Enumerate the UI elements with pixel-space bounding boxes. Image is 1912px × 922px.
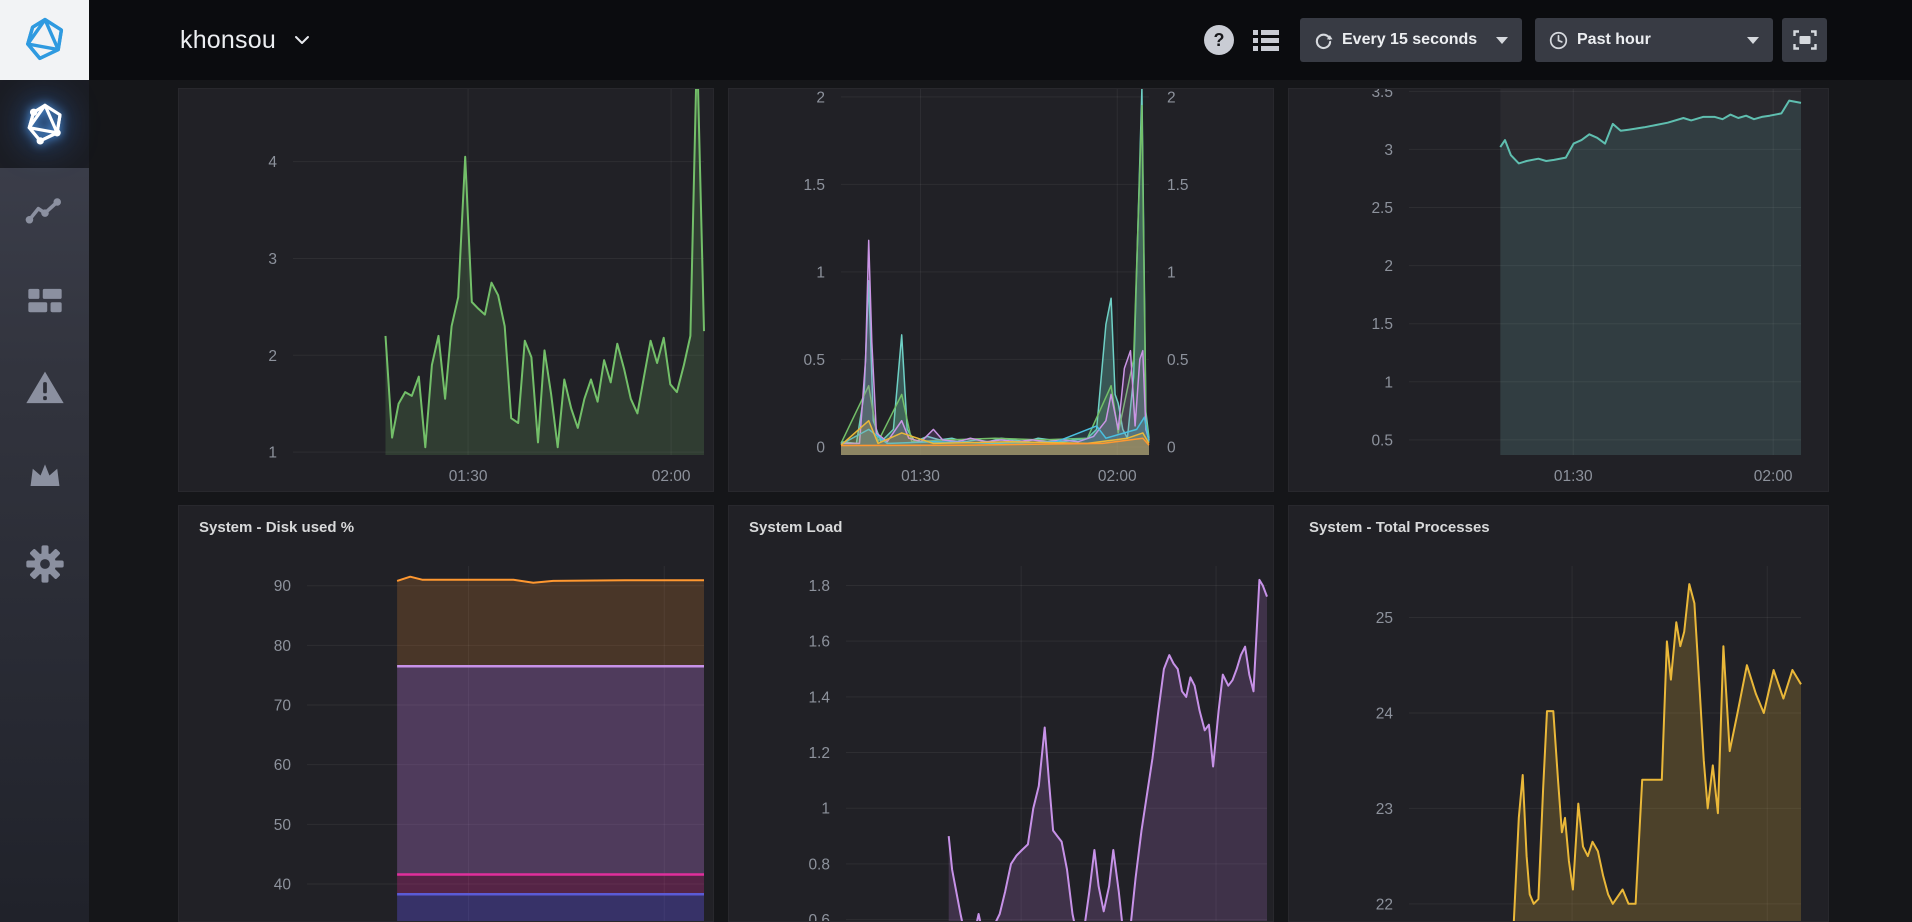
svg-text:2: 2 [1167, 89, 1176, 106]
logo-network-icon [21, 16, 69, 64]
help-button[interactable]: ? [1204, 25, 1234, 55]
clock-icon [1549, 31, 1568, 50]
svg-text:4: 4 [268, 154, 277, 171]
sidebar-item-dashboards[interactable] [0, 256, 89, 344]
svg-text:3: 3 [268, 251, 277, 268]
svg-text:2: 2 [816, 89, 825, 106]
time-series-chart[interactable]: 4 3 2 1 01:30 02:00 [179, 89, 713, 491]
svg-text:80: 80 [274, 638, 292, 655]
svg-text:40: 40 [274, 877, 292, 894]
activity-icon [25, 192, 65, 232]
panel-rows-icon[interactable] [1252, 28, 1280, 52]
svg-text:0: 0 [816, 439, 825, 456]
logo-network-icon [23, 102, 67, 146]
crown-icon [25, 456, 65, 496]
svg-text:3: 3 [1384, 142, 1393, 159]
svg-text:2.5: 2.5 [1371, 200, 1393, 217]
sidebar-item-admin[interactable] [0, 432, 89, 520]
panel-disk-used: System - Disk used % 90 80 70 60 50 40 [178, 505, 714, 922]
panel-title[interactable]: System - Total Processes [1309, 519, 1490, 536]
svg-text:22: 22 [1376, 896, 1393, 913]
panel-title[interactable]: System Load [749, 519, 842, 536]
panel-title[interactable]: System - Disk used % [199, 519, 354, 536]
svg-text:50: 50 [274, 817, 292, 834]
topbar-actions: ? Every 15 seconds Past hour [1204, 0, 1827, 80]
svg-text:3.5: 3.5 [1371, 89, 1393, 101]
svg-text:02:00: 02:00 [1754, 468, 1793, 485]
svg-text:1.8: 1.8 [808, 578, 830, 595]
svg-text:0.8: 0.8 [808, 856, 830, 873]
caret-down-icon [1496, 37, 1508, 44]
chevron-down-icon [292, 30, 312, 50]
svg-text:0.6: 0.6 [808, 912, 830, 921]
time-series-chart[interactable]: 25 24 23 22 [1289, 506, 1828, 921]
top-navbar: khonsou ? Every 15 seconds [0, 0, 1912, 80]
svg-text:02:00: 02:00 [652, 468, 691, 485]
svg-text:0.5: 0.5 [803, 352, 825, 369]
svg-text:1.2: 1.2 [808, 745, 830, 762]
sidebar-item-alerting[interactable] [0, 344, 89, 432]
svg-text:1.5: 1.5 [1167, 177, 1189, 194]
grid-icon [25, 280, 65, 320]
svg-text:01:30: 01:30 [1554, 468, 1593, 485]
sidebar-nav [0, 80, 89, 922]
dashboard-title: khonsou [180, 26, 276, 55]
refresh-interval-button[interactable]: Every 15 seconds [1300, 18, 1522, 62]
svg-text:2: 2 [1384, 258, 1393, 275]
svg-text:02:00: 02:00 [1098, 468, 1137, 485]
svg-text:25: 25 [1376, 610, 1393, 627]
svg-text:1: 1 [821, 801, 830, 818]
sidebar-item-metrics[interactable] [0, 168, 89, 256]
zoom-out-button[interactable] [1782, 18, 1827, 62]
sidebar-item-home[interactable] [0, 80, 89, 168]
panel-chart-1: 4 3 2 1 01:30 02:00 [178, 88, 714, 492]
time-series-chart[interactable]: 2 1.5 1 0.5 0 2 1.5 1 0.5 0 01:30 02:00 [729, 89, 1273, 491]
svg-text:60: 60 [274, 757, 292, 774]
svg-text:1.4: 1.4 [808, 689, 830, 706]
svg-text:0.5: 0.5 [1167, 352, 1189, 369]
svg-text:1: 1 [1167, 264, 1176, 281]
svg-text:24: 24 [1376, 705, 1394, 722]
svg-text:01:30: 01:30 [901, 468, 940, 485]
svg-text:1: 1 [268, 445, 277, 462]
caret-down-icon [1747, 37, 1759, 44]
fullscreen-icon [1793, 30, 1817, 50]
app-logo[interactable] [0, 0, 89, 80]
svg-text:0.5: 0.5 [1371, 432, 1393, 449]
svg-text:1.5: 1.5 [803, 177, 825, 194]
time-series-chart[interactable]: 1.8 1.6 1.4 1.2 1 0.8 0.6 [729, 506, 1273, 921]
panel-chart-2: 2 1.5 1 0.5 0 2 1.5 1 0.5 0 01:30 02:00 [728, 88, 1274, 492]
svg-text:1.6: 1.6 [808, 634, 830, 651]
svg-text:90: 90 [274, 578, 292, 595]
svg-text:0: 0 [1167, 439, 1176, 456]
svg-text:23: 23 [1376, 801, 1393, 818]
alert-triangle-icon [24, 367, 66, 409]
svg-text:2: 2 [268, 348, 277, 365]
help-icon: ? [1214, 30, 1225, 51]
time-series-chart[interactable]: 3.5 3 2.5 2 1.5 1 0.5 01:30 02:00 [1289, 89, 1828, 491]
svg-text:70: 70 [274, 698, 292, 715]
svg-text:1: 1 [816, 264, 825, 281]
refresh-icon [1314, 31, 1333, 50]
time-range-label: Past hour [1577, 31, 1651, 49]
time-series-chart[interactable]: 90 80 70 60 50 40 [179, 506, 713, 921]
svg-text:1.5: 1.5 [1371, 316, 1393, 333]
panel-total-processes: System - Total Processes 25 24 23 22 [1288, 505, 1829, 922]
time-range-button[interactable]: Past hour [1535, 18, 1773, 62]
refresh-interval-label: Every 15 seconds [1342, 31, 1477, 49]
gear-icon [24, 543, 66, 585]
panel-system-load: System Load 1.8 1.6 1.4 1.2 1 0.8 0.6 [728, 505, 1274, 922]
svg-text:01:30: 01:30 [449, 468, 488, 485]
panel-chart-3: 3.5 3 2.5 2 1.5 1 0.5 01:30 02:00 [1288, 88, 1829, 492]
svg-text:1: 1 [1384, 374, 1393, 391]
dashboard-title-dropdown[interactable]: khonsou [180, 0, 312, 80]
sidebar-item-settings[interactable] [0, 520, 89, 608]
